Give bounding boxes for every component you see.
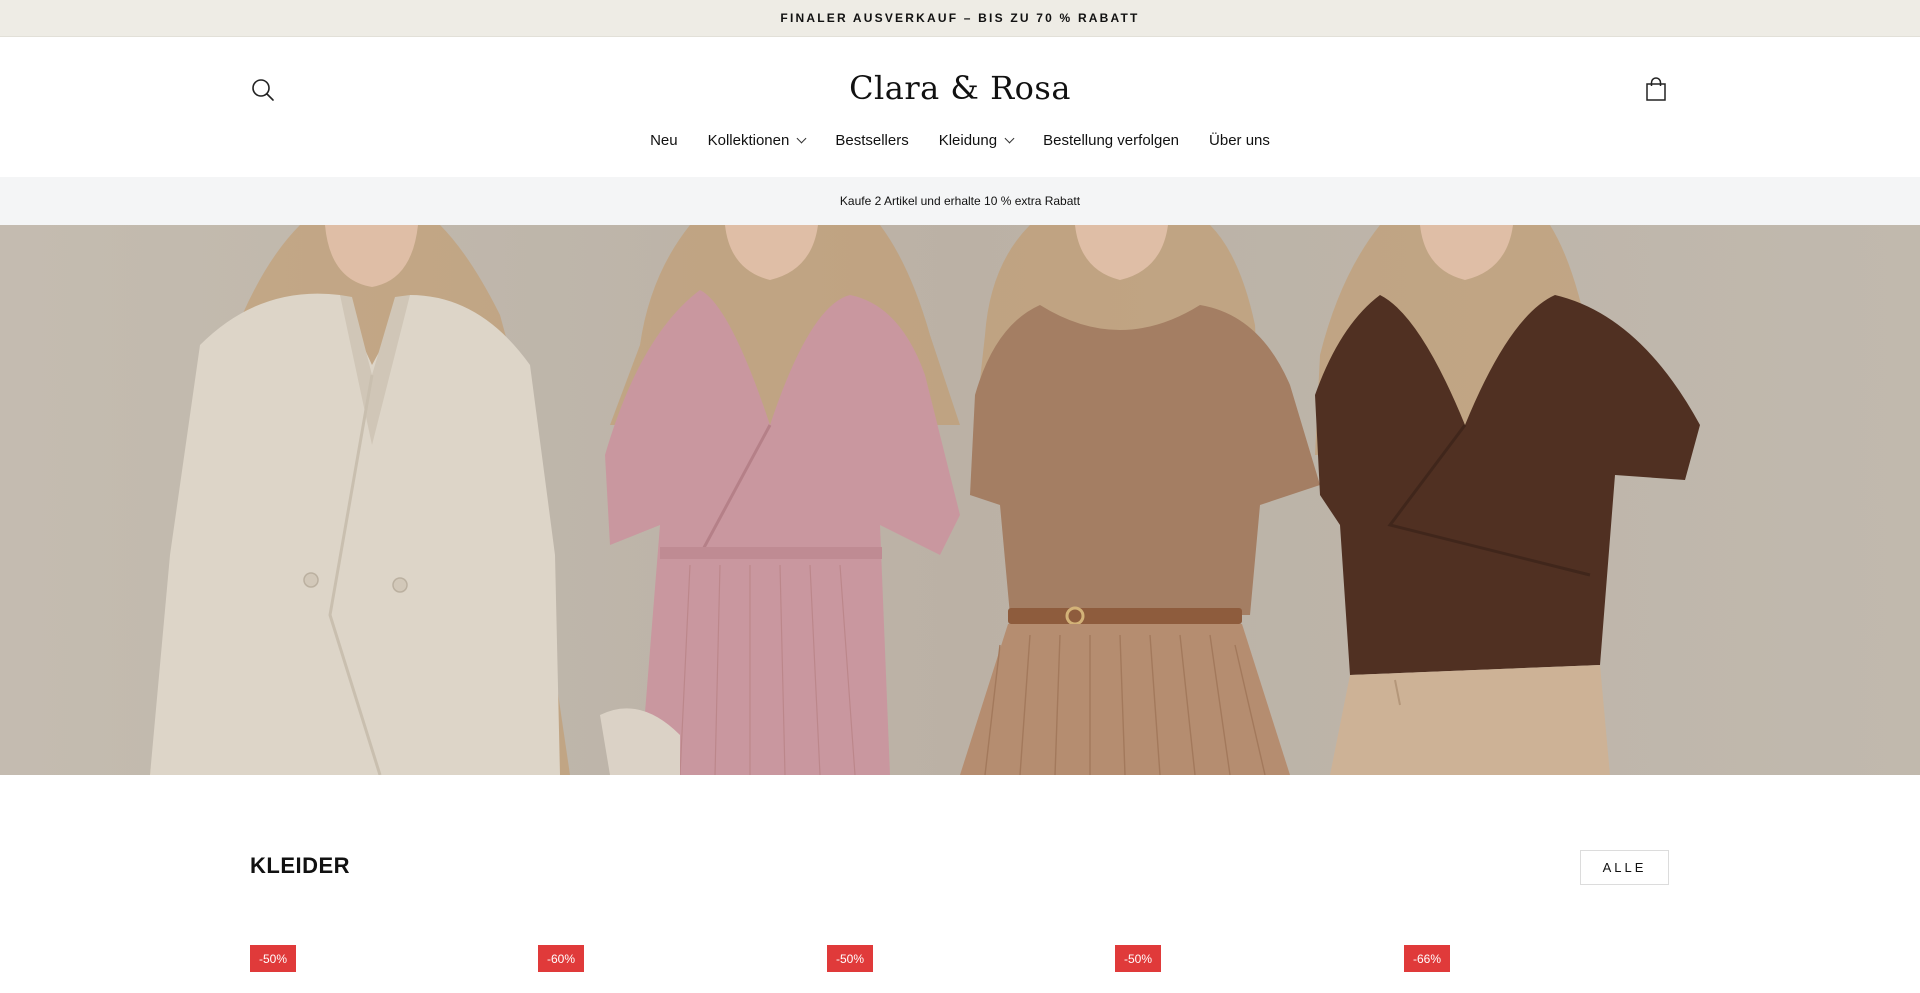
chevron-down-icon	[796, 133, 807, 144]
chevron-down-icon	[1004, 133, 1015, 144]
promo-text: Kaufe 2 Artikel und erhalte 10 % extra R…	[839, 194, 1081, 208]
site-header: Clara & Rosa Neu Kollektionen Bestseller…	[0, 37, 1920, 177]
shopping-bag-icon	[1646, 77, 1666, 101]
store-logo[interactable]: Clara & Rosa	[0, 69, 1920, 107]
section-title: KLEIDER	[250, 853, 351, 878]
announcement-bar: FINALER AUSVERKAUF – BIS ZU 70 % RABATT	[0, 0, 1920, 37]
nav-item-label: Bestsellers	[835, 131, 909, 149]
view-all-button[interactable]: ALLE	[1580, 850, 1669, 885]
promo-bar: Kaufe 2 Artikel und erhalte 10 % extra R…	[0, 177, 1920, 225]
nav-item-kleidung[interactable]: Kleidung	[924, 132, 1028, 149]
discount-badge: -50%	[250, 945, 297, 972]
nav-item-label: Bestellung verfolgen	[1043, 131, 1180, 149]
hero-image	[0, 225, 1920, 775]
nav-item-ueber-uns[interactable]: Über uns	[1194, 132, 1285, 149]
discount-badge: -60%	[538, 945, 585, 972]
nav-item-label: Über uns	[1209, 131, 1270, 149]
nav-item-bestsellers[interactable]: Bestsellers	[820, 132, 923, 149]
announcement-text: FINALER AUSVERKAUF – BIS ZU 70 % RABATT	[780, 11, 1140, 25]
nav-item-bestellung-verfolgen[interactable]: Bestellung verfolgen	[1028, 132, 1194, 149]
cart-button[interactable]	[1643, 76, 1669, 102]
hero-banner[interactable]	[0, 225, 1920, 775]
nav-item-label: Kleidung	[938, 131, 998, 149]
discount-badge: -50%	[1115, 945, 1162, 972]
discount-badge: -50%	[827, 945, 874, 972]
discount-badge: -66%	[1404, 945, 1451, 972]
nav-item-neu[interactable]: Neu	[635, 132, 693, 149]
nav-item-label: Neu	[650, 131, 678, 149]
main-nav: Neu Kollektionen Bestsellers Kleidung Be…	[0, 128, 1920, 152]
nav-item-kollektionen[interactable]: Kollektionen	[693, 132, 821, 149]
nav-item-label: Kollektionen	[707, 131, 790, 149]
